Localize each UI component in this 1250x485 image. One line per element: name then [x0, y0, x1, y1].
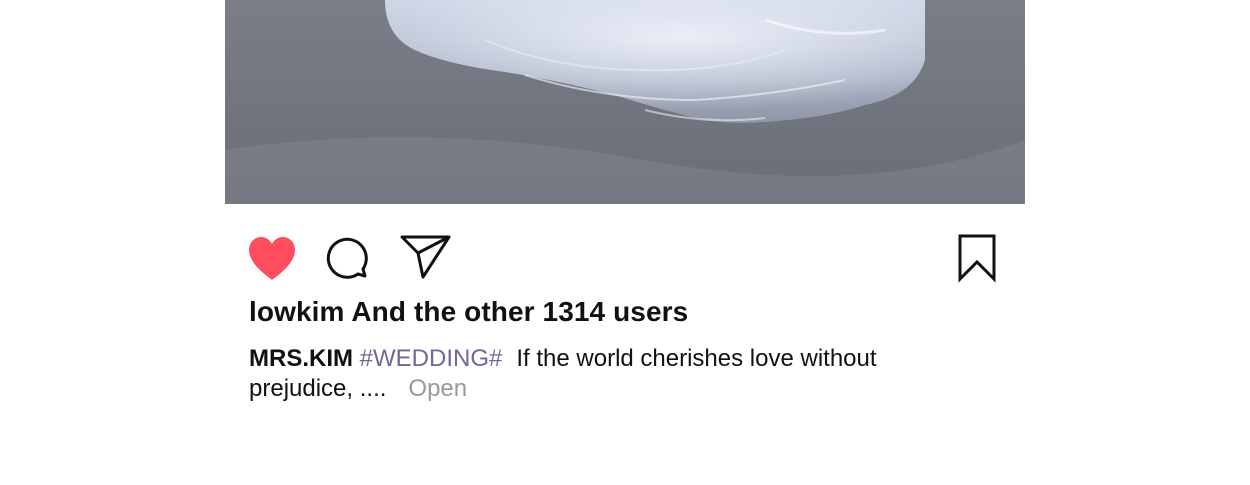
comment-button[interactable] [325, 236, 373, 284]
share-button[interactable] [399, 234, 453, 280]
action-bar [225, 204, 1025, 294]
caption-open-link[interactable]: Open [408, 375, 467, 402]
like-button[interactable] [247, 236, 297, 282]
post-photo[interactable] [225, 0, 1025, 204]
speech-bubble-icon [326, 237, 368, 279]
post-card: lowkim And the other 1314 users MRS.KIM … [225, 0, 1025, 485]
paper-plane-icon [400, 235, 451, 279]
caption-author[interactable]: MRS.KIM [249, 345, 353, 372]
post-caption: MRS.KIM #WEDDING# If the world cherishes … [249, 344, 949, 404]
wedding-dress-image [225, 0, 1025, 204]
caption-hashtag[interactable]: #WEDDING# [360, 345, 503, 372]
bookmark-icon [958, 234, 996, 283]
likes-summary[interactable]: lowkim And the other 1314 users [249, 296, 688, 328]
save-button[interactable] [957, 233, 997, 283]
caption-text-line1: If the world cherishes love without [516, 345, 877, 372]
caption-text-line2: prejudice, .... [249, 375, 387, 402]
heart-icon [249, 237, 295, 280]
